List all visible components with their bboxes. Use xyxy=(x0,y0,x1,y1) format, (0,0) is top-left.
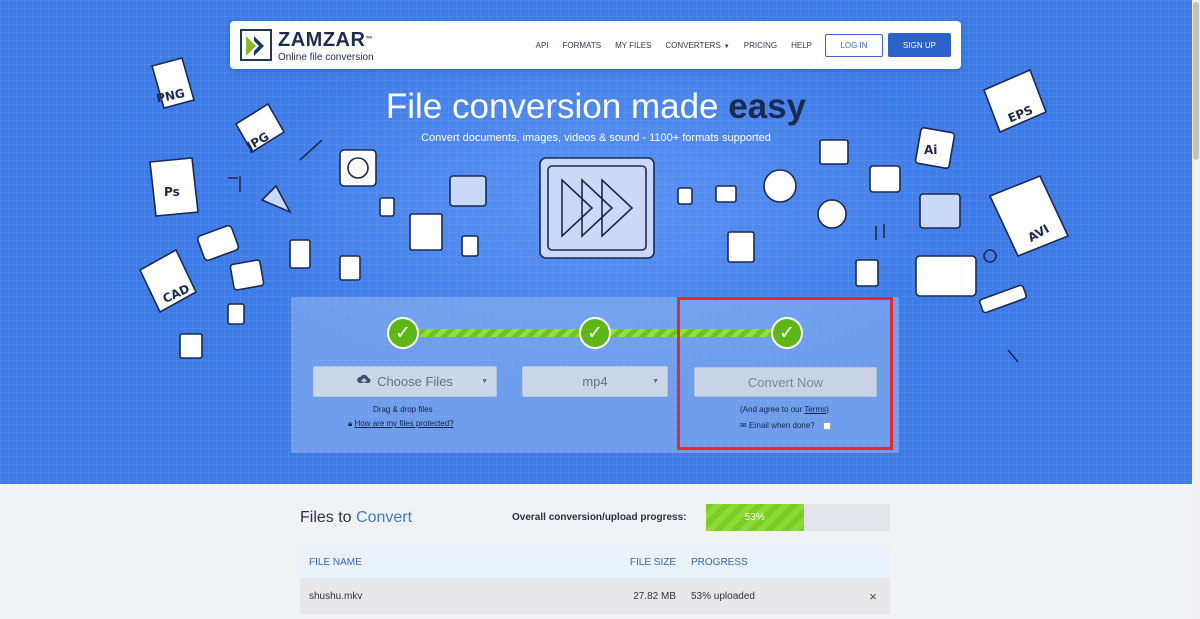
col-progress: PROGRESS xyxy=(691,556,748,568)
navbar: ZAMZAR™ Online file conversion API FORMA… xyxy=(230,21,961,69)
highlight-box xyxy=(677,297,893,450)
format-select-value: mp4 xyxy=(582,374,608,389)
table-row: shushu.mkv 27.82 MB 53% uploaded × xyxy=(300,578,890,614)
signup-button[interactable]: SIGN UP xyxy=(888,33,951,57)
scrollbar[interactable] xyxy=(1192,0,1200,619)
file-name-cell: shushu.mkv xyxy=(309,590,363,602)
login-button[interactable]: LOG IN xyxy=(825,33,883,57)
col-file-size: FILE SIZE xyxy=(629,556,676,568)
drag-drop-hint: Drag & drop files xyxy=(373,405,433,414)
nav-api[interactable]: API xyxy=(536,41,549,50)
page-headline: File conversion made easy xyxy=(385,87,807,126)
scrollbar-thumb[interactable] xyxy=(1193,2,1199,160)
overall-progress-label: Overall conversion/upload progress: xyxy=(512,512,687,523)
nav-converters[interactable]: CONVERTERS ▼ xyxy=(665,41,729,50)
file-size-cell: 27.82 MB xyxy=(633,590,676,602)
nav-pricing[interactable]: PRICING xyxy=(744,41,777,50)
files-table: FILE NAME FILE SIZE PROGRESS shushu.mkv … xyxy=(300,546,890,614)
nav-help[interactable]: HELP xyxy=(791,41,812,50)
svg-text:AVI: AVI xyxy=(1025,222,1051,245)
step-2-check-icon: ✓ xyxy=(579,317,611,349)
choose-files-label: Choose Files xyxy=(377,374,453,389)
nav-formats[interactable]: FORMATS xyxy=(563,41,602,50)
chevron-down-icon: ▼ xyxy=(481,378,488,385)
overall-progress-fill: 53% xyxy=(706,504,804,531)
chevron-down-icon: ▼ xyxy=(723,43,730,50)
nav-my-files[interactable]: MY FILES xyxy=(615,41,651,50)
brand-tagline: Online file conversion xyxy=(278,52,374,63)
col-file-name: FILE NAME xyxy=(309,556,362,568)
svg-text:Ps: Ps xyxy=(164,185,180,199)
step-1-check-icon: ✓ xyxy=(387,317,419,349)
chevron-down-icon: ▼ xyxy=(652,378,659,385)
svg-text:CAD: CAD xyxy=(161,281,192,306)
table-header: FILE NAME FILE SIZE PROGRESS xyxy=(300,546,890,578)
central-play-icon xyxy=(539,157,655,259)
cloud-upload-icon xyxy=(357,374,371,389)
close-icon[interactable]: × xyxy=(856,589,890,604)
hero-section: PNG JPG Ps CAD EPS AVI Ai ZAMZAR™ Online… xyxy=(0,0,1192,484)
format-select[interactable]: mp4 ▼ xyxy=(522,366,668,397)
lock-icon: 🔒︎ xyxy=(348,419,353,428)
file-progress-cell: 53% uploaded xyxy=(691,590,755,602)
overall-progress-bar: 53% xyxy=(706,504,890,531)
main-nav: API FORMATS MY FILES CONVERTERS ▼ PRICING… xyxy=(522,33,951,57)
brand-name[interactable]: ZAMZAR™ xyxy=(278,30,373,50)
files-protected-link[interactable]: 🔒︎ How are my files protected? xyxy=(348,419,454,429)
files-to-convert-title: Files to Convert xyxy=(300,509,413,526)
svg-text:Ai: Ai xyxy=(924,143,937,157)
logo-icon[interactable] xyxy=(240,29,272,61)
page-subheadline: Convert documents, images, videos & soun… xyxy=(421,132,771,144)
choose-files-button[interactable]: Choose Files ▼ xyxy=(313,366,497,397)
